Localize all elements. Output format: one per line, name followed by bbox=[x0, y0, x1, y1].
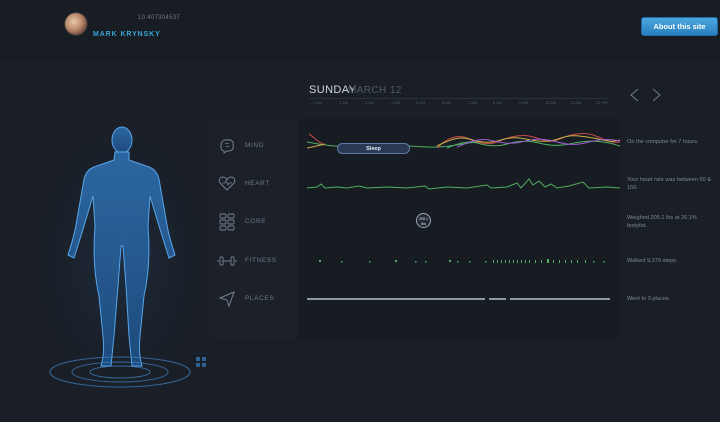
chevron-left-icon[interactable] bbox=[628, 88, 642, 102]
row-description-mind: On the computer for 7 hours. bbox=[627, 139, 699, 145]
weight-unit: lbs bbox=[421, 221, 426, 226]
user-id: 10.407304537 bbox=[138, 15, 180, 21]
heart-icon[interactable] bbox=[217, 174, 237, 194]
row-description-core: Weighed 205.1 lbs at 26.1% bodyfat. bbox=[627, 215, 697, 229]
top-bar bbox=[0, 0, 720, 60]
dumbbell-icon[interactable] bbox=[217, 251, 237, 271]
tick-label: 1 AM bbox=[313, 100, 323, 105]
location-arrow-icon[interactable] bbox=[217, 289, 237, 309]
weight-marker[interactable]: 205.1 lbs bbox=[416, 213, 431, 228]
tick-label: 4 AM bbox=[391, 100, 401, 105]
tick-label: 8 AM bbox=[493, 100, 503, 105]
tick-label: 9 AM bbox=[519, 100, 529, 105]
tick-label: 3 AM bbox=[365, 100, 375, 105]
places-timeline bbox=[307, 298, 610, 300]
row-label-heart[interactable]: HEART bbox=[245, 180, 270, 187]
tick-label: 10 AM bbox=[545, 100, 557, 105]
chevron-right-icon[interactable] bbox=[649, 88, 663, 102]
weight-value: 205.1 bbox=[419, 217, 428, 221]
heart-rate-chart bbox=[307, 178, 620, 190]
row-description-places: Went to 3 places. bbox=[627, 296, 671, 302]
brain-icon[interactable] bbox=[217, 136, 237, 156]
tick-label: 7 AM bbox=[468, 100, 478, 105]
row-description-fitness: Walked 9,379 steps. bbox=[627, 258, 678, 264]
tick-label: 11 AM bbox=[570, 100, 582, 105]
row-label-places[interactable]: PLACES bbox=[245, 295, 274, 302]
avatar[interactable] bbox=[64, 12, 88, 36]
human-body-figure bbox=[25, 120, 215, 410]
row-label-core[interactable]: CORE bbox=[245, 218, 266, 225]
row-description-heart: Your heart rate was between 50 & 150. bbox=[627, 177, 712, 191]
steps-chart bbox=[319, 259, 605, 263]
user-name[interactable]: MARK KRYNSKY bbox=[93, 31, 161, 38]
tick-label: 5 AM bbox=[416, 100, 426, 105]
about-button[interactable]: About this site bbox=[641, 17, 718, 36]
tick-label: 12 PM bbox=[596, 100, 608, 105]
timeline-line bbox=[309, 98, 609, 99]
tick-label: 6 AM bbox=[442, 100, 452, 105]
timeline-date: MARCH 12 bbox=[348, 85, 402, 96]
core-grid-icon[interactable] bbox=[217, 212, 237, 232]
tick-label: 2 AM bbox=[339, 100, 349, 105]
timeline-ticks: 1 AM 2 AM 3 AM 4 AM 5 AM 6 AM 7 AM 8 AM … bbox=[309, 100, 609, 110]
row-label-fitness[interactable]: FITNESS bbox=[245, 257, 277, 264]
sleep-segment[interactable]: Sleep bbox=[337, 143, 410, 154]
row-label-mind[interactable]: MIND bbox=[245, 142, 264, 149]
